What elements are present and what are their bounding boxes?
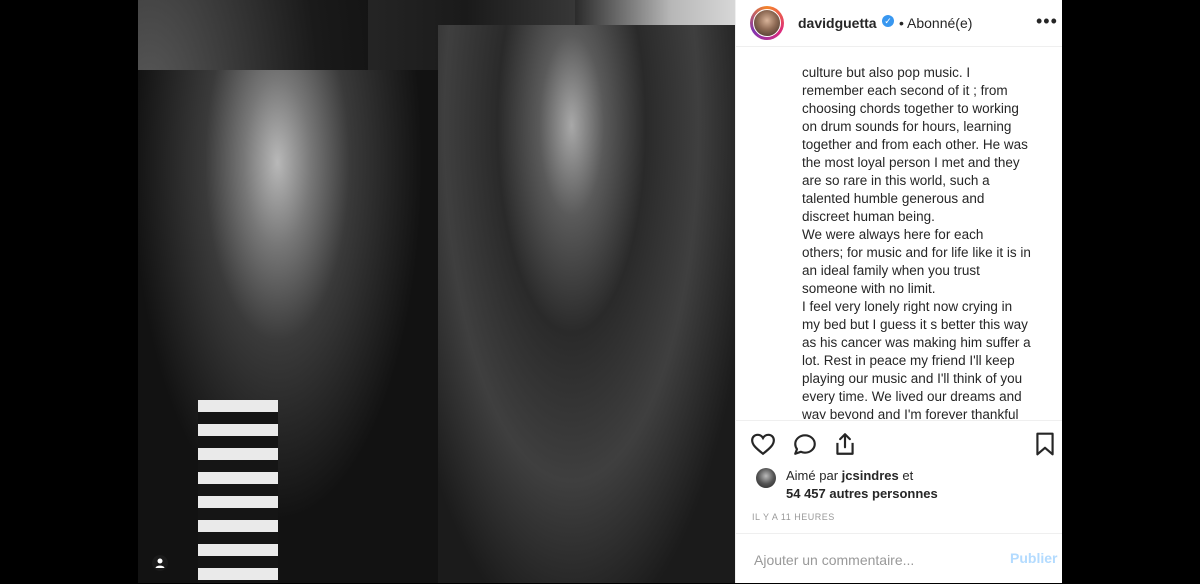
publish-button[interactable]: Publier	[1010, 550, 1057, 566]
comment-form: Publier	[736, 533, 1062, 584]
caption-line: every time. We lived our dreams and	[802, 389, 1022, 404]
comment-icon[interactable]	[792, 431, 818, 457]
caption-line: I feel very lonely right now crying in	[802, 299, 1013, 314]
photo-person-left	[138, 70, 448, 583]
caption-text: culture but also pop music. I remember ea…	[802, 64, 1047, 419]
liked-by-prefix: Aimé par	[786, 468, 842, 483]
caption-line: together and from each other. He was	[802, 137, 1028, 152]
post-timestamp[interactable]: IL Y A 11 HEURES	[752, 512, 835, 522]
post-photo[interactable]	[138, 0, 735, 583]
caption-line: culture but also pop music. I	[802, 65, 971, 80]
caption-line: choosing chords together to working	[802, 101, 1019, 116]
liked-by-suffix: et	[898, 468, 914, 483]
caption-line: We were always here for each	[802, 227, 984, 242]
liked-by-user[interactable]: jcsindres	[842, 468, 899, 483]
liked-by-line: Aimé par jcsindres et	[786, 468, 913, 483]
user-tag-icon[interactable]	[152, 555, 168, 571]
more-horizontal-icon[interactable]: •••	[1036, 11, 1058, 32]
author-avatar[interactable]	[750, 6, 784, 40]
photo-striped-shirt	[198, 400, 278, 583]
caption-line: on drum sounds for hours, learning	[802, 119, 1012, 134]
verified-badge-icon: ✓	[882, 15, 894, 27]
caption-line: someone with no limit.	[802, 281, 936, 296]
caption-line: discreet human being.	[802, 209, 935, 224]
caption-line: are so rare in this world, such a	[802, 173, 990, 188]
caption-line: others; for music and for life like it i…	[802, 245, 1031, 260]
person-icon	[155, 558, 165, 568]
caption-line: remember each second of it ; from	[802, 83, 1008, 98]
caption-scroll-area[interactable]: culture but also pop music. I remember ea…	[736, 47, 1062, 419]
caption-line: way beyond and I'm forever thankful	[802, 407, 1019, 419]
caption-line: talented humble generous and	[802, 191, 985, 206]
share-icon[interactable]	[832, 431, 858, 457]
likes-summary: Aimé par jcsindres et 54 457 autres pers…	[752, 466, 1052, 506]
bookmark-icon[interactable]	[1032, 431, 1058, 457]
heart-icon[interactable]	[750, 431, 776, 457]
photo-person-right	[438, 25, 735, 583]
caption-line: playing our music and I'll think of you	[802, 371, 1023, 386]
action-bar	[736, 420, 1062, 467]
caption-line: as his cancer was making him suffer a	[802, 335, 1031, 350]
post-header: davidguetta ✓ • Abonné(e) •••	[736, 0, 1062, 47]
follow-status[interactable]: • Abonné(e)	[899, 15, 972, 31]
comment-input[interactable]	[752, 548, 986, 572]
caption-line: my bed but I guess it s better this way	[802, 317, 1028, 332]
caption-line: lot. Rest in peace my friend I'll keep	[802, 353, 1015, 368]
author-username[interactable]: davidguetta	[798, 15, 877, 31]
post-side-panel: davidguetta ✓ • Abonné(e) ••• culture bu…	[735, 0, 1062, 583]
likes-count[interactable]: 54 457 autres personnes	[786, 486, 938, 501]
caption-line: the most loyal person I met and they	[802, 155, 1020, 170]
liker-avatar[interactable]	[756, 468, 776, 488]
caption-line: an ideal family when you trust	[802, 263, 980, 278]
